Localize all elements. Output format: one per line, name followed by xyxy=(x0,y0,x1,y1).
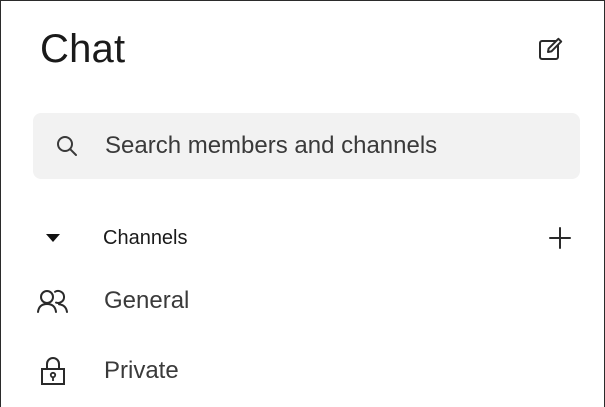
compose-button[interactable] xyxy=(536,34,566,64)
search-icon xyxy=(55,134,79,158)
compose-icon xyxy=(539,37,563,60)
collapse-toggle[interactable] xyxy=(33,216,73,260)
lock-icon xyxy=(33,351,73,391)
section-label-channels: Channels xyxy=(103,226,188,249)
chat-panel: Chat Search members and channels Channel… xyxy=(0,0,605,407)
channel-label: General xyxy=(104,287,190,314)
channel-label: Private xyxy=(104,357,179,384)
add-channel-button[interactable] xyxy=(546,224,574,252)
chat-header: Chat xyxy=(40,23,574,75)
channel-item-private[interactable]: Private xyxy=(33,348,580,394)
search-placeholder: Search members and channels xyxy=(105,132,438,159)
search-input[interactable]: Search members and channels xyxy=(33,113,580,179)
caret-down-icon xyxy=(46,234,60,242)
plus-icon xyxy=(549,227,571,249)
group-icon xyxy=(33,281,73,321)
channels-section-header: Channels xyxy=(33,216,580,260)
channel-item-general[interactable]: General xyxy=(33,278,580,324)
page-title: Chat xyxy=(40,27,126,71)
